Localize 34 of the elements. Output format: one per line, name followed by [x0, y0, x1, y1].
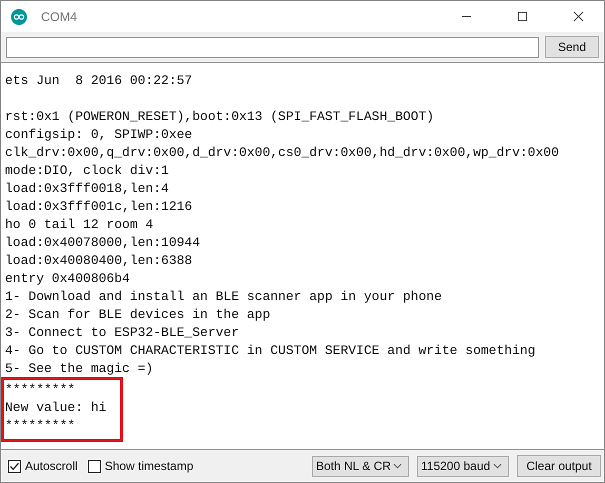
caret-icon — [493, 463, 502, 469]
output-line: rst:0x1 (POWERON_RESET),boot:0x13 (SPI_FAST_FLASH_BOOT) — [5, 108, 436, 126]
output-line: 4- Go to CUSTOM CHARACTERISTIC in CUSTOM SERVICE and write something — [5, 342, 536, 360]
output-line: 1- Download and install an BLE scanner app in your phone — [5, 288, 443, 306]
output-line: load:0x40080400,len:6388 — [5, 252, 194, 270]
output-line: load:0x40078000,len:10944 — [5, 234, 202, 252]
app-logo-icon — [11, 8, 27, 24]
window-title: COM4 — [41, 10, 78, 24]
line-ending-dropdown[interactable]: Both NL & CR — [312, 456, 409, 476]
output-line: New value: hi — [5, 399, 108, 417]
output-line: load:0x3fff0018,len:4 — [5, 180, 170, 198]
output-line: ********* — [5, 381, 76, 399]
close-icon[interactable] — [573, 11, 584, 22]
output-line: ets Jun 8 2016 00:22:57 — [5, 72, 194, 90]
baud-rate-dropdown[interactable]: 115200 baud — [417, 456, 509, 476]
send-button[interactable]: Send — [545, 36, 599, 58]
output-line: 3- Connect to ESP32-BLE_Server — [5, 324, 240, 342]
output-line: configsip: 0, SPIWP:0xee — [5, 126, 194, 144]
caret-icon — [393, 463, 402, 469]
output-line: ********* — [5, 417, 76, 435]
clear-output-button[interactable]: Clear output — [517, 455, 601, 477]
input-field[interactable] — [6, 36, 539, 58]
checkbox[interactable] — [88, 460, 101, 472]
output-line: load:0x3fff001c,len:1216 — [5, 198, 194, 216]
output-line: clk_drv:0x00,q_drv:0x00,d_drv:0x00,cs0_drv:0x00,hd_drv:0x00,wp_drv:0x00 — [5, 144, 560, 162]
output-line: mode:DIO, clock div:1 — [5, 162, 170, 180]
output-line: ho 0 tail 12 room 4 — [5, 216, 154, 234]
output-line: 2- Scan for BLE devices in the app — [5, 306, 272, 324]
maximize-icon[interactable] — [517, 11, 528, 22]
output-line: 5- See the magic =) — [5, 360, 154, 378]
checkbox-label[interactable]: Show timestamp — [104, 459, 194, 473]
checkbox-label[interactable]: Autoscroll — [25, 459, 78, 473]
checkbox[interactable] — [8, 460, 21, 472]
output-line: entry 0x400806b4 — [5, 270, 131, 288]
